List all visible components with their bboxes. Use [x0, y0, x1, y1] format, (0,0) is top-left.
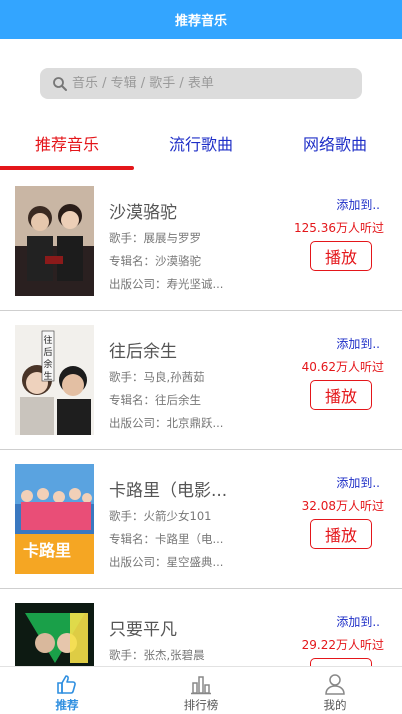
tab-network[interactable]: 网络歌曲 — [268, 120, 402, 166]
song-singer: 歌手：张杰,张碧晨 — [109, 648, 205, 662]
header-bar: 推荐音乐 — [0, 0, 402, 39]
song-title[interactable]: 只要平凡 — [109, 615, 177, 640]
tab-bar: 推荐音乐 流行歌曲 网络歌曲 — [0, 120, 402, 172]
page-title: 推荐音乐 — [174, 14, 227, 29]
play-count: 29.22万人听过 — [301, 638, 384, 652]
svg-text:余: 余 — [43, 358, 52, 370]
play-count: 32.08万人听过 — [301, 499, 384, 513]
play-count: 40.62万人听过 — [301, 360, 384, 374]
active-tab-indicator — [0, 166, 134, 170]
search-icon — [52, 76, 68, 92]
tab-recommended[interactable]: 推荐音乐 — [0, 120, 134, 166]
app-page: 推荐音乐 推荐音乐 流行歌曲 网络歌曲 — [0, 0, 402, 714]
svg-text:卡路里: 卡路里 — [23, 541, 71, 560]
bottom-navigation: 推荐 排行榜 我的 — [0, 666, 402, 714]
add-to-playlist-link[interactable]: 添加到.. — [336, 196, 380, 213]
play-count: 125.36万人听过 — [294, 221, 384, 235]
song-singer: 歌手：马良,孙茜茹 — [109, 370, 205, 384]
song-publisher: 出版公司：星空盛典... — [109, 555, 224, 569]
song-title[interactable]: 往后余生 — [109, 337, 177, 362]
nav-label: 推荐 — [55, 698, 79, 712]
search-bar[interactable] — [40, 68, 362, 99]
nav-mine[interactable]: 我的 — [268, 667, 402, 714]
svg-text:往: 往 — [43, 334, 52, 346]
add-to-playlist-link[interactable]: 添加到.. — [336, 335, 380, 352]
album-cover[interactable]: 往 后 余 生 — [15, 325, 94, 435]
album-cover[interactable] — [15, 186, 94, 296]
song-item[interactable]: 沙漠骆驼 歌手：展展与罗罗 专辑名：沙漠骆驼 出版公司：寿光坚诚... 添加到.… — [0, 172, 402, 311]
song-singer: 歌手：展展与罗罗 — [109, 231, 201, 245]
tab-popular[interactable]: 流行歌曲 — [134, 120, 268, 166]
play-button[interactable]: 播放 — [310, 241, 372, 271]
song-item[interactable]: 卡路里 卡路里（电影... 歌手：火箭少女101 专辑名：卡路里（电... 出版… — [0, 450, 402, 589]
song-singer: 歌手：火箭少女101 — [109, 509, 212, 523]
thumbs-up-icon — [55, 673, 79, 695]
album-cover[interactable]: 卡路里 — [15, 464, 94, 574]
svg-text:后: 后 — [43, 347, 52, 358]
song-publisher: 出版公司：寿光坚诚... — [109, 277, 224, 291]
play-button[interactable]: 播放 — [310, 519, 372, 549]
song-item[interactable]: 往 后 余 生 往后余生 歌手：马良,孙茜茹 专辑名：往后余生 出版公司：北京鼎… — [0, 311, 402, 450]
song-album: 专辑名：往后余生 — [109, 393, 201, 407]
song-album: 专辑名：沙漠骆驼 — [109, 254, 201, 268]
song-title[interactable]: 卡路里（电影... — [109, 476, 227, 501]
chart-icon — [189, 673, 213, 695]
song-publisher: 出版公司：北京鼎跃... — [109, 416, 224, 430]
svg-text:生: 生 — [43, 370, 52, 382]
add-to-playlist-link[interactable]: 添加到.. — [336, 613, 380, 630]
add-to-playlist-link[interactable]: 添加到.. — [336, 474, 380, 491]
song-title[interactable]: 沙漠骆驼 — [109, 198, 177, 223]
song-album: 专辑名：卡路里（电... — [109, 532, 224, 546]
nav-label: 我的 — [323, 698, 347, 712]
search-input[interactable] — [72, 76, 342, 91]
nav-ranking[interactable]: 排行榜 — [134, 667, 268, 714]
play-button[interactable]: 播放 — [310, 380, 372, 410]
nav-recommend[interactable]: 推荐 — [0, 667, 134, 714]
nav-label: 排行榜 — [183, 698, 219, 712]
user-icon — [323, 673, 347, 695]
